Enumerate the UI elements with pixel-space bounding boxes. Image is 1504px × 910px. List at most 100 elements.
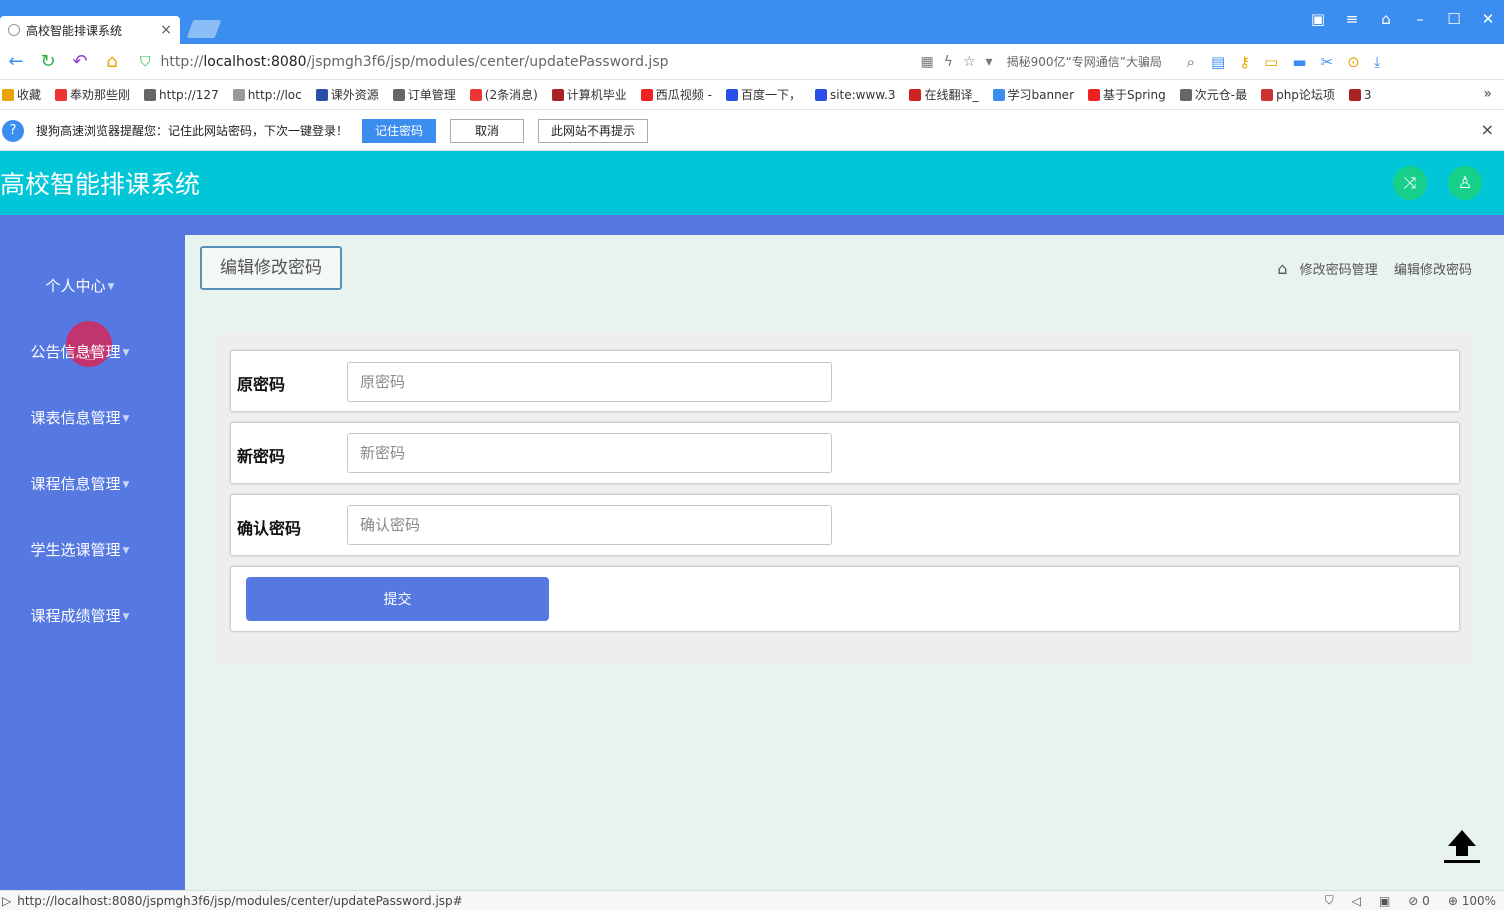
bookmark-item[interactable]: 订单管理 bbox=[392, 86, 456, 103]
bookmark-favicon-icon bbox=[814, 88, 827, 101]
chevron-down-icon[interactable]: ▾ bbox=[986, 54, 993, 70]
bookmark-label: 学习banner bbox=[1007, 88, 1075, 102]
browser-tab[interactable]: 高校智能排课系统 × bbox=[0, 16, 180, 44]
sidebar-item-selection[interactable]: 学生选课管理 ▼ bbox=[0, 539, 160, 560]
bookmark-item[interactable]: 计算机毕业 bbox=[551, 86, 627, 103]
bookmark-item[interactable]: http://127 bbox=[144, 88, 219, 102]
password-form: 原密码 新密码 确认密码 提交 bbox=[216, 333, 1474, 665]
qrcode-icon[interactable]: ▦ bbox=[921, 54, 934, 70]
shuffle-icon[interactable]: ⤨ bbox=[1393, 166, 1427, 200]
sidebar-item-grades[interactable]: 课程成绩管理 ▼ bbox=[0, 605, 160, 626]
close-icon[interactable]: × bbox=[1481, 120, 1494, 139]
bookmarks-more-icon[interactable]: » bbox=[1483, 86, 1492, 102]
minimize-icon[interactable]: – bbox=[1410, 10, 1430, 28]
remember-password-button[interactable]: 记住密码 bbox=[362, 118, 437, 143]
bookmark-favicon-icon bbox=[725, 88, 738, 101]
bookmark-favicon-icon bbox=[1348, 88, 1361, 101]
tab-title: 高校智能排课系统 bbox=[26, 23, 123, 38]
search-input[interactable]: 揭秘900亿“专网通信”大骗局 bbox=[1007, 53, 1187, 70]
bookmark-favicon-icon bbox=[55, 88, 68, 101]
status-url: http://localhost:8080/jspmgh3f6/jsp/modu… bbox=[17, 893, 463, 908]
chevron-down-icon: ▼ bbox=[122, 545, 130, 556]
bookmark-item[interactable]: php论坛项 bbox=[1261, 86, 1335, 103]
back-to-top-icon[interactable] bbox=[1442, 826, 1482, 866]
bookmark-favicon-icon bbox=[232, 88, 245, 101]
home-icon[interactable]: ⌂ bbox=[96, 51, 128, 72]
url-input[interactable]: http://localhost:8080/jspmgh3f6/jsp/modu… bbox=[161, 54, 921, 70]
submit-button[interactable]: 提交 bbox=[246, 577, 549, 621]
package-icon[interactable]: ▣ bbox=[1379, 894, 1390, 908]
scissors-icon[interactable]: ✂ bbox=[1321, 53, 1334, 71]
window-badge-icon[interactable]: ▣ bbox=[1308, 10, 1328, 28]
sidebar-item-announcements[interactable]: 公告信息管理 ▼ bbox=[0, 341, 160, 362]
key-icon[interactable]: ⚷ bbox=[1239, 53, 1250, 71]
bookmark-item[interactable]: (2条消息) bbox=[469, 86, 538, 103]
close-window-icon[interactable]: ✕ bbox=[1478, 10, 1498, 28]
url-host: localhost:8080 bbox=[203, 53, 307, 70]
home-icon[interactable]: ⌂ bbox=[1277, 259, 1287, 278]
sidebar-item-label: 课程信息管理 bbox=[30, 475, 121, 493]
bookmark-label: 课外资源 bbox=[330, 88, 379, 102]
skin-icon[interactable]: ⌂ bbox=[1376, 10, 1396, 28]
breadcrumb-item[interactable]: 修改密码管理 bbox=[1300, 259, 1378, 278]
lightning-icon[interactable]: ϟ bbox=[944, 54, 953, 70]
sidebar-item-profile[interactable]: 个人中心 ▼ bbox=[0, 275, 160, 296]
bookmark-item[interactable]: 课外资源 bbox=[315, 86, 379, 103]
confirm-password-label: 确认密码 bbox=[237, 519, 302, 538]
download-icon[interactable]: ⤓ bbox=[1374, 53, 1381, 71]
bookmark-favicon-icon bbox=[469, 88, 482, 101]
window-icon[interactable]: ▬ bbox=[1292, 53, 1306, 71]
refresh-icon[interactable]: ↻ bbox=[32, 51, 64, 72]
ad-block-icon[interactable]: ⊘ 0 bbox=[1408, 894, 1430, 908]
sidebar-item-timetable[interactable]: 课表信息管理 ▼ bbox=[0, 407, 160, 428]
menu-icon[interactable]: ≡ bbox=[1342, 10, 1362, 28]
sidebar-item-label: 学生选课管理 bbox=[30, 541, 121, 559]
bookmark-item[interactable]: 学习banner bbox=[992, 86, 1075, 103]
header-strip bbox=[0, 215, 1504, 235]
window-controls: ▣ ≡ ⌂ – ☐ ✕ bbox=[1308, 10, 1498, 28]
undo-icon[interactable]: ↶ bbox=[64, 51, 96, 72]
bookmark-item[interactable]: 收藏 bbox=[2, 86, 41, 103]
old-password-input[interactable] bbox=[347, 362, 832, 402]
bookmark-item[interactable]: 3 bbox=[1348, 88, 1372, 102]
zoom-level: 100% bbox=[1461, 893, 1496, 908]
tab-close-icon[interactable]: × bbox=[160, 22, 172, 38]
bookmark-item[interactable]: 百度一下， bbox=[725, 86, 801, 103]
bookmarks-bar: 收藏 奉劝那些刚 http://127 http://loc 课外资源 订单管理 (2条消息… bbox=[0, 80, 1504, 110]
bookmark-item[interactable]: 奉劝那些刚 bbox=[55, 86, 130, 103]
screenshot-icon[interactable]: ▭ bbox=[1264, 53, 1278, 71]
bookmark-favicon-icon bbox=[1261, 88, 1274, 101]
bookmark-item[interactable]: site:www.3 bbox=[814, 88, 895, 102]
star-icon[interactable]: ☆ bbox=[963, 54, 976, 70]
sound-icon[interactable]: ◁ bbox=[1352, 894, 1361, 908]
bookmark-favicon-icon bbox=[144, 88, 157, 101]
sidebar-item-courses[interactable]: 课程信息管理 ▼ bbox=[0, 473, 160, 494]
user-icon[interactable]: ♙ bbox=[1448, 166, 1482, 200]
bookmark-item[interactable]: 在线翻译_ bbox=[909, 86, 979, 103]
key-hint-icon: ? bbox=[2, 119, 24, 142]
search-icon[interactable]: ⌕ bbox=[1187, 53, 1195, 71]
shield-icon[interactable]: ⛉ bbox=[1325, 893, 1334, 908]
more-icon[interactable]: ⊙ bbox=[1347, 53, 1360, 71]
bookmark-item[interactable]: 基于Spring bbox=[1088, 86, 1166, 103]
bookmark-item[interactable]: 次元仓-最 bbox=[1179, 86, 1247, 103]
confirm-password-input[interactable] bbox=[347, 505, 832, 545]
zoom-control[interactable]: ⊕ 100% bbox=[1448, 894, 1496, 908]
new-tab-button[interactable] bbox=[186, 20, 222, 38]
new-password-input[interactable] bbox=[347, 433, 832, 473]
bookmark-item[interactable]: http://loc bbox=[232, 88, 302, 102]
maximize-icon[interactable]: ☐ bbox=[1444, 10, 1464, 28]
bookmark-label: 收藏 bbox=[17, 88, 42, 102]
cancel-button[interactable]: 取消 bbox=[450, 118, 525, 143]
status-icons: ⛉ ◁ ▣ ⊘ 0 ⊕ 100% bbox=[1325, 893, 1496, 908]
bookmark-favicon-icon bbox=[392, 88, 405, 101]
bookmark-favicon-icon bbox=[1179, 88, 1192, 101]
never-prompt-button[interactable]: 此网站不再提示 bbox=[538, 118, 649, 143]
main-content: 编辑修改密码 ⌂ 修改密码管理 / 编辑修改密码 原密码 新密码 确认密码 提交 bbox=[185, 235, 1504, 890]
bookmark-item[interactable]: 西瓜视频 - bbox=[640, 86, 712, 103]
translate-icon[interactable]: ▤ bbox=[1211, 53, 1225, 71]
back-icon[interactable]: ← bbox=[0, 51, 32, 72]
hand-cursor-icon: ☝ bbox=[84, 341, 97, 365]
sidebar-item-label: 课表信息管理 bbox=[30, 409, 121, 427]
bookmark-label: (2条消息) bbox=[484, 88, 538, 102]
